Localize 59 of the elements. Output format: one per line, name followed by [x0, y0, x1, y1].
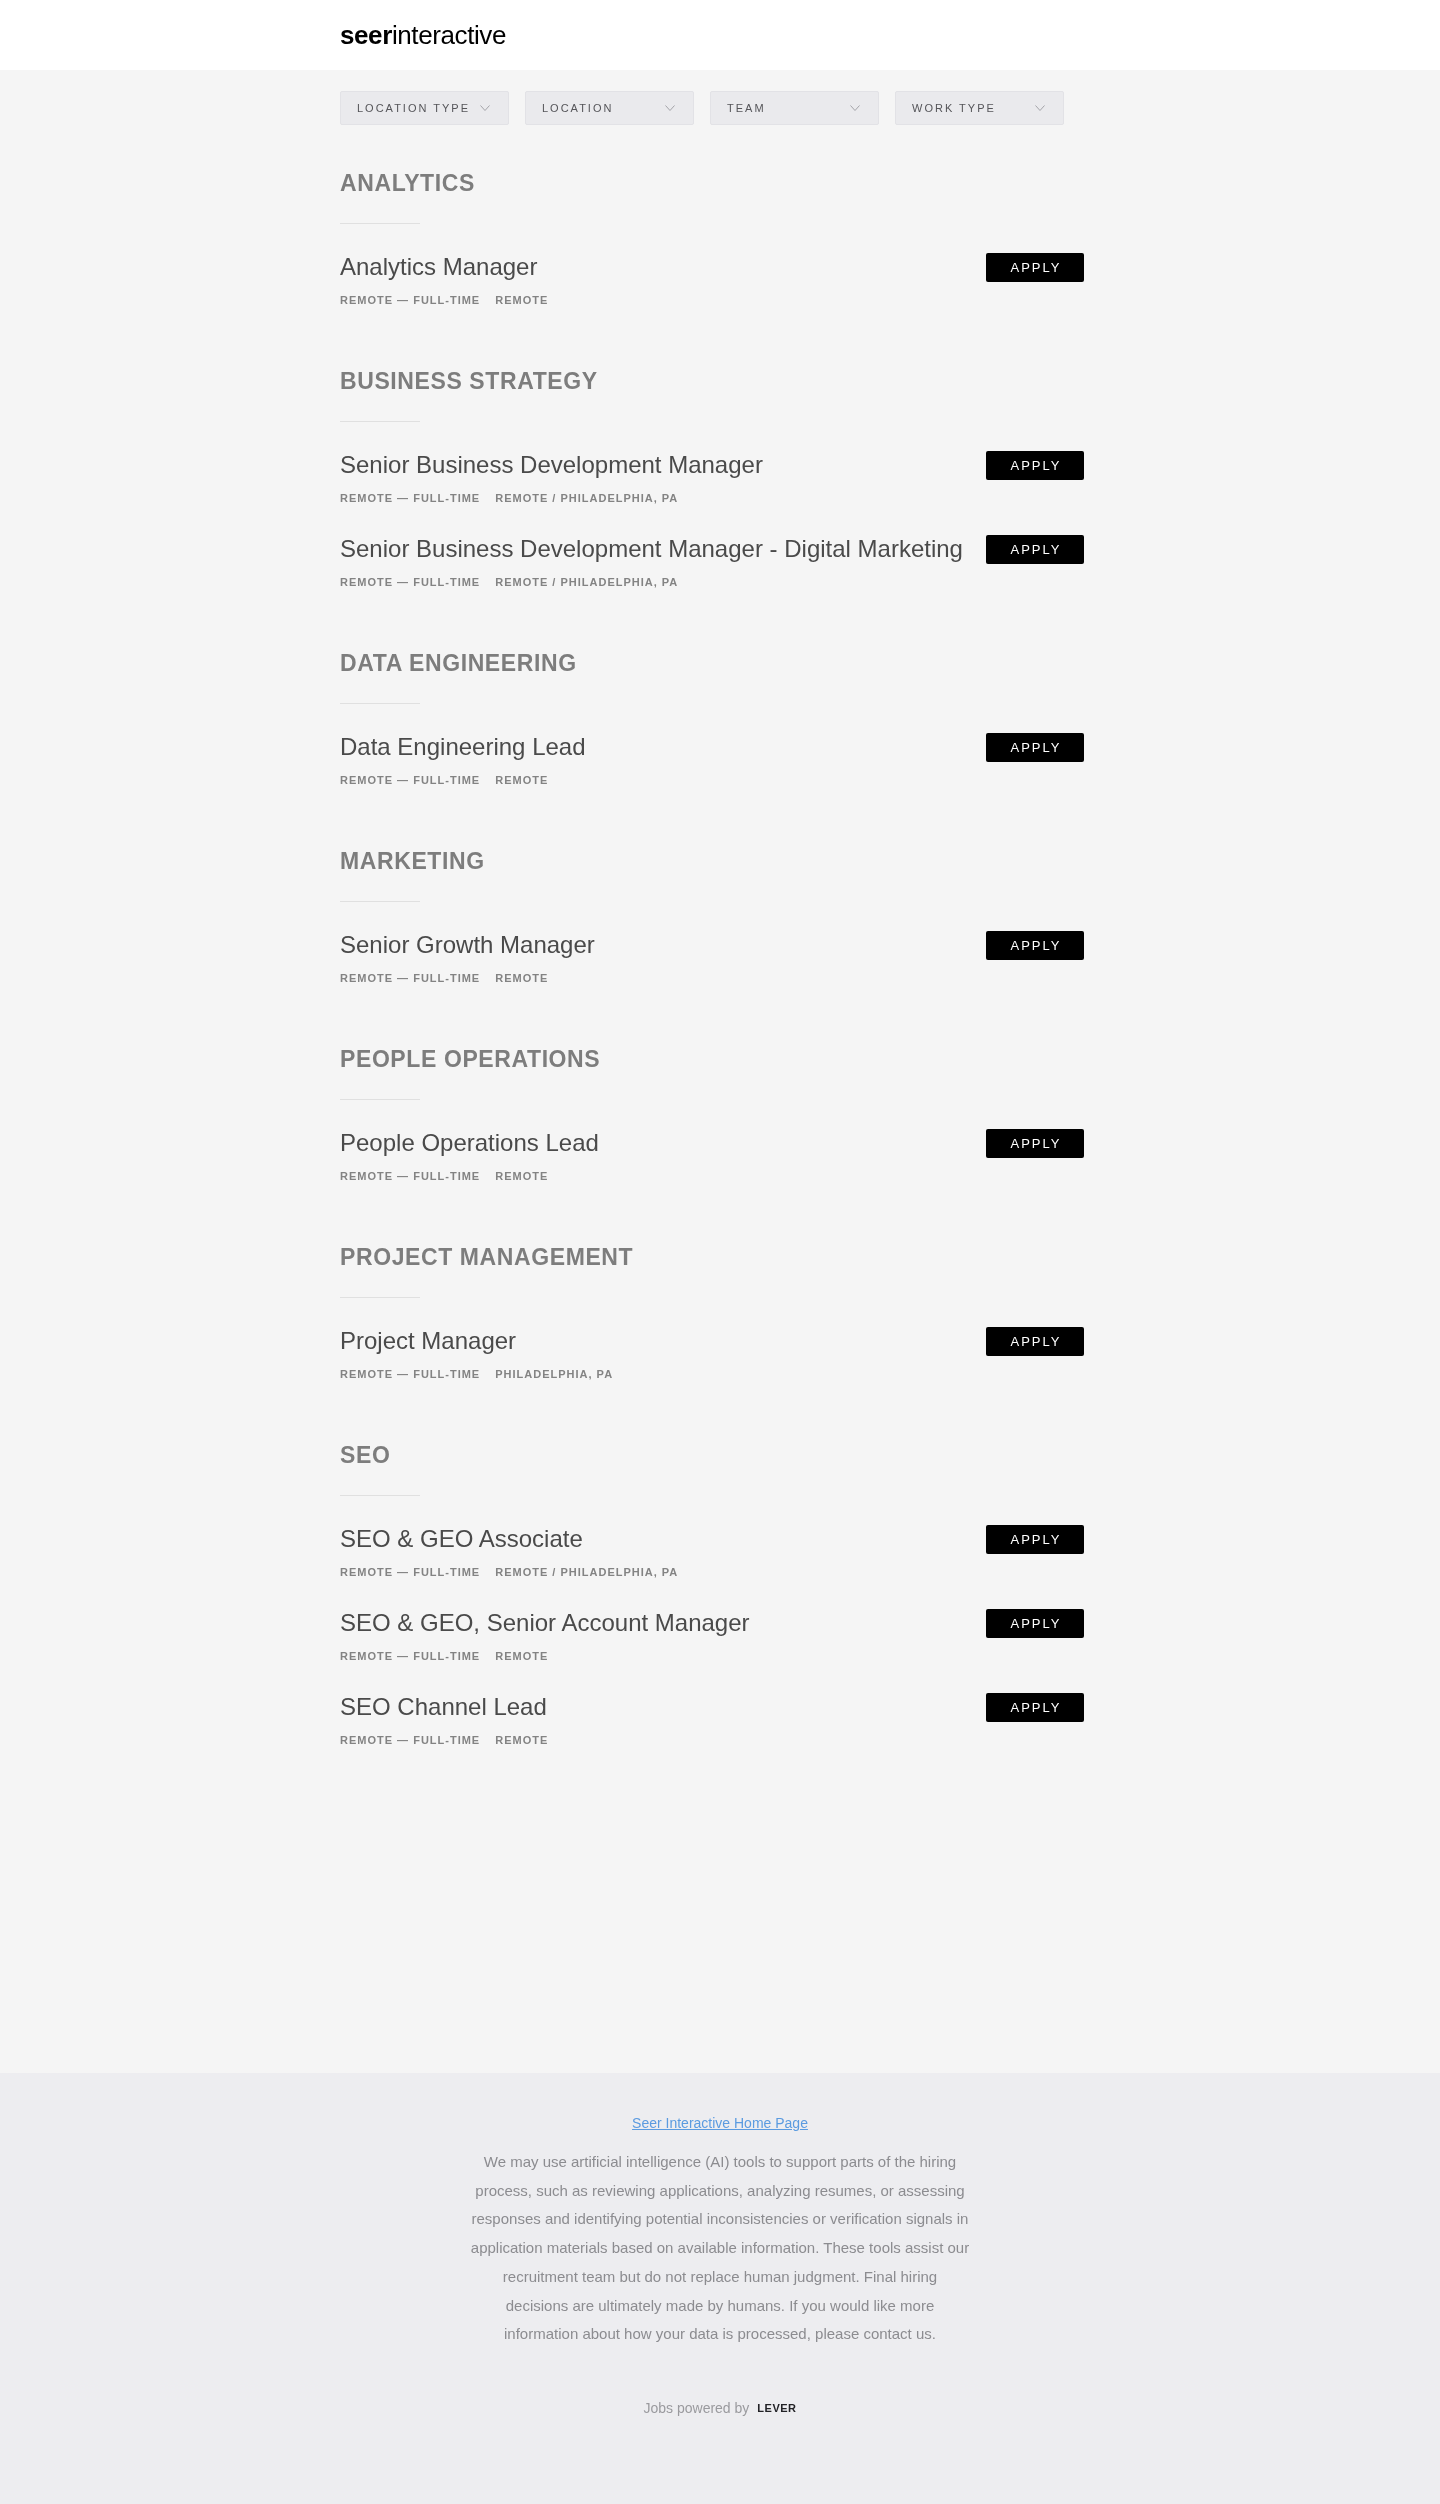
job-location: REMOTE / PHILADELPHIA, PA — [495, 575, 679, 590]
job-commitment: REMOTE — FULL-TIME — [340, 1565, 481, 1580]
job-title[interactable]: Senior Growth Manager — [340, 929, 595, 961]
job-commitment: REMOTE — FULL-TIME — [340, 773, 481, 788]
chevron-down-icon — [850, 105, 860, 111]
section-heading: PEOPLE OPERATIONS — [340, 1045, 601, 1074]
job-title[interactable]: Analytics Manager — [340, 251, 538, 283]
job-commitment: REMOTE — FULL-TIME — [340, 1649, 481, 1664]
chevron-down-icon — [480, 105, 490, 111]
filter-dropdown[interactable]: TEAM — [710, 91, 879, 125]
job-location: REMOTE / PHILADELPHIA, PA — [495, 491, 679, 506]
job-title[interactable]: SEO Channel Lead — [340, 1691, 547, 1723]
apply-button[interactable]: APPLY — [986, 1693, 1084, 1722]
apply-button[interactable]: APPLY — [986, 733, 1084, 762]
section-heading: MARKETING — [340, 847, 485, 876]
apply-button[interactable]: APPLY — [986, 1525, 1084, 1554]
apply-button[interactable]: APPLY — [986, 253, 1084, 282]
section-heading: ANALYTICS — [340, 169, 475, 198]
apply-button[interactable]: APPLY — [986, 451, 1084, 480]
job-commitment: REMOTE — FULL-TIME — [340, 293, 481, 308]
job-title[interactable]: Senior Business Development Manager — [340, 449, 763, 481]
ai-notice-text: We may use artificial intelligence (AI) tools to support parts of the hiring process, such as reviewing applications, analyzing resumes, or assessing responses and identifying potential inconsistencies or verification signals in application materials based on available information. These tools assist our recruitment team but do not replace human judgment. Final hiring decisions are ultimately made by humans. If you would like more information about how your data is processed, please contact us. — [470, 2152, 970, 2345]
job-location: REMOTE — [495, 293, 549, 308]
job-title[interactable]: Data Engineering Lead — [340, 731, 586, 763]
chevron-down-icon — [665, 105, 675, 111]
job-location: PHILADELPHIA, PA — [495, 1367, 614, 1382]
company-logo[interactable]: seerinteractive — [340, 21, 506, 49]
job-commitment: REMOTE — FULL-TIME — [340, 1367, 481, 1382]
chevron-down-icon — [1035, 105, 1045, 111]
job-commitment: REMOTE — FULL-TIME — [340, 971, 481, 986]
job-title[interactable]: Project Manager — [340, 1325, 517, 1357]
apply-button[interactable]: APPLY — [986, 1129, 1084, 1158]
apply-button[interactable]: APPLY — [986, 535, 1084, 564]
filter-dropdown[interactable]: LOCATION — [525, 91, 694, 125]
job-commitment: REMOTE — FULL-TIME — [340, 575, 481, 590]
apply-button[interactable]: APPLY — [986, 1609, 1084, 1638]
section-heading: BUSINESS STRATEGY — [340, 367, 598, 396]
section-heading: PROJECT MANAGEMENT — [340, 1243, 634, 1272]
job-location: REMOTE — [495, 1169, 549, 1184]
job-title[interactable]: SEO & GEO Associate — [340, 1523, 583, 1555]
filter-dropdown[interactable]: WORK TYPE — [895, 91, 1064, 125]
job-title[interactable]: SEO & GEO, Senior Account Manager — [340, 1607, 750, 1639]
job-location: REMOTE — [495, 773, 549, 788]
job-location: REMOTE — [495, 1649, 549, 1664]
filter-dropdown[interactable]: LOCATION TYPE — [340, 91, 509, 125]
job-commitment: REMOTE — FULL-TIME — [340, 491, 481, 506]
powered-by-text: Jobs powered by — [643, 2399, 750, 2418]
apply-button[interactable]: APPLY — [986, 931, 1084, 960]
powered-by-logo[interactable]: LEVER — [757, 2398, 797, 2418]
job-commitment: REMOTE — FULL-TIME — [340, 1169, 481, 1184]
job-location: REMOTE / PHILADELPHIA, PA — [495, 1565, 679, 1580]
section-heading: SEO — [340, 1441, 391, 1470]
job-location: REMOTE — [495, 971, 549, 986]
job-title[interactable]: Senior Business Development Manager - Digital Marketing — [340, 533, 963, 565]
job-title[interactable]: People Operations Lead — [340, 1127, 599, 1159]
section-heading: DATA ENGINEERING — [340, 649, 577, 678]
job-location: REMOTE — [495, 1733, 549, 1748]
apply-button[interactable]: APPLY — [986, 1327, 1084, 1356]
job-commitment: REMOTE — FULL-TIME — [340, 1733, 481, 1748]
